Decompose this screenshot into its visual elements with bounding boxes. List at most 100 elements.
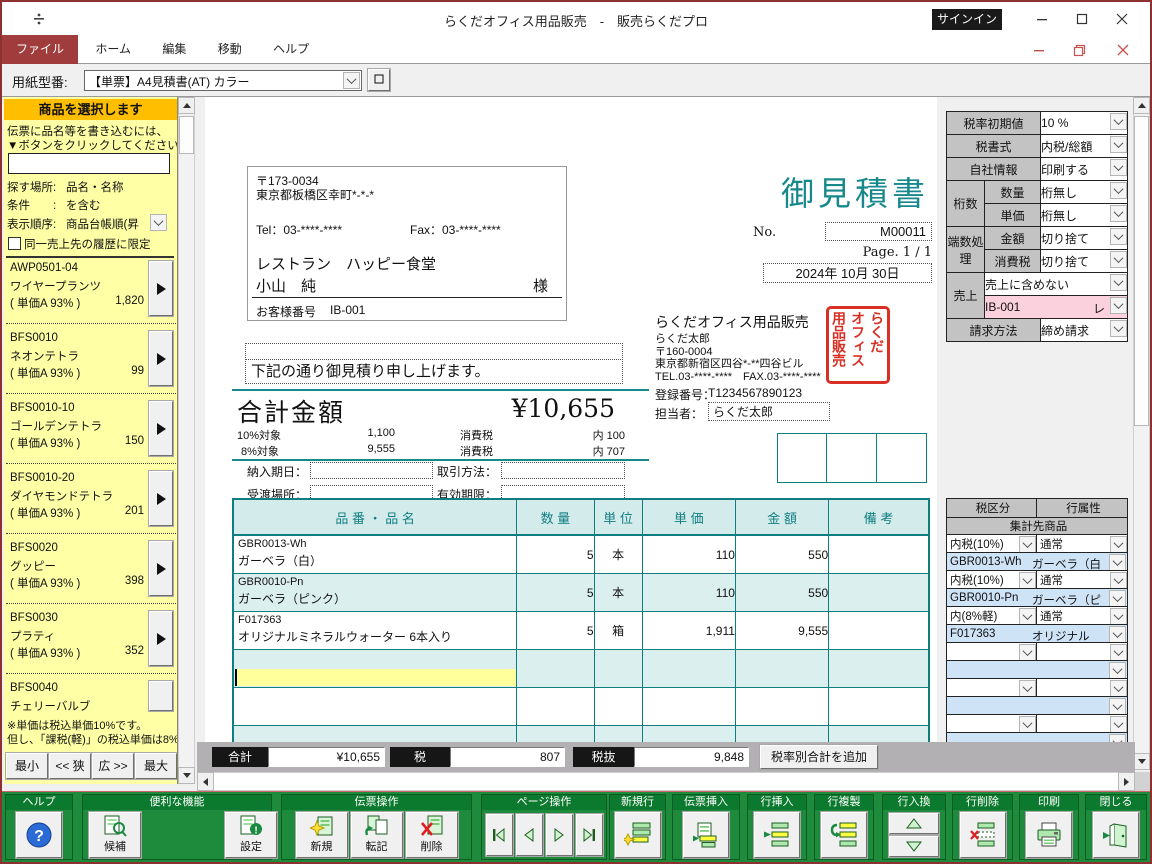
- insert-product-button[interactable]: [149, 401, 173, 456]
- order-select-chevron-icon[interactable]: [150, 214, 167, 231]
- trade-method-field[interactable]: [501, 462, 625, 479]
- signin-button[interactable]: サインイン: [932, 9, 1002, 30]
- scroll-down-icon[interactable]: [178, 767, 195, 784]
- child-restore-button[interactable]: [1066, 40, 1092, 60]
- paper-type-select[interactable]: 【単票】A4見積書(AT) カラー: [84, 70, 362, 91]
- doc-no-field[interactable]: M00011: [825, 222, 932, 241]
- row-product[interactable]: F017363 オリジナル: [946, 624, 1128, 643]
- greeting-field[interactable]: 下記の通り御見積り申し上げます。: [245, 359, 623, 384]
- candidates-button[interactable]: 候補: [89, 811, 141, 858]
- history-checkbox[interactable]: [8, 237, 21, 250]
- digits-qty-select[interactable]: 桁無し: [1040, 180, 1129, 204]
- insert-row-button[interactable]: [754, 811, 800, 858]
- list-narrow-button[interactable]: << 狭: [49, 753, 91, 779]
- list-max-button[interactable]: 最大: [135, 753, 177, 779]
- greeting-field-empty[interactable]: [245, 343, 623, 360]
- menu-help[interactable]: ヘルプ: [259, 35, 323, 64]
- scroll-right-icon[interactable]: [1118, 772, 1135, 791]
- insert-product-button[interactable]: [149, 261, 173, 316]
- menu-move[interactable]: 移動: [204, 35, 256, 64]
- list-wide-button[interactable]: 広 >>: [92, 753, 134, 779]
- add-tax-subtotal-button[interactable]: 税率別合計を追加: [760, 745, 878, 769]
- last-page-button[interactable]: [575, 813, 603, 856]
- sales-option-select[interactable]: 売上に含めない: [983, 272, 1129, 296]
- print-button[interactable]: [1026, 811, 1072, 858]
- table-row[interactable]: F017363 オリジナルミネラルウォーター 6本入り 5 箱 1,911 9,5…: [232, 611, 930, 650]
- company-info-select[interactable]: 印刷する: [1040, 157, 1129, 181]
- row-attr-select[interactable]: [1036, 714, 1128, 733]
- child-close-button[interactable]: [1110, 40, 1136, 60]
- row-attr-select[interactable]: [1036, 642, 1128, 661]
- insert-slip-button[interactable]: [683, 811, 729, 858]
- main-vertical-scrollbar[interactable]: [1133, 97, 1150, 770]
- settings-button[interactable]: ! 設定: [225, 811, 277, 858]
- scroll-left-icon[interactable]: [197, 772, 214, 791]
- paper-type-detail-button[interactable]: [368, 69, 390, 91]
- table-row[interactable]: GBR0013-Wh ガーベラ（白） 5 本 110 550: [232, 534, 930, 574]
- table-row-active[interactable]: [232, 649, 930, 688]
- row-tax-select[interactable]: [946, 642, 1037, 661]
- row-down-button[interactable]: [889, 835, 939, 857]
- row-tax-select[interactable]: 内(8%軽): [946, 606, 1037, 625]
- row-product[interactable]: GBR0013-Wh ガーベラ（白: [946, 552, 1128, 571]
- product-search-input[interactable]: [8, 153, 170, 174]
- table-row[interactable]: [232, 687, 930, 726]
- tax-format-select[interactable]: 内税/総額: [1040, 134, 1129, 158]
- scroll-up-icon[interactable]: [1133, 97, 1150, 114]
- maximize-button[interactable]: [1070, 8, 1094, 30]
- table-row[interactable]: GBR0010-Pn ガーベラ（ピンク） 5 本 110 550: [232, 573, 930, 612]
- row-attr-select[interactable]: 通常: [1036, 570, 1128, 589]
- row-attr-select[interactable]: [1036, 678, 1128, 697]
- scroll-up-icon[interactable]: [178, 97, 195, 114]
- doc-date-field[interactable]: 2024年 10月 30日: [763, 263, 932, 283]
- menu-edit[interactable]: 編集: [148, 35, 200, 64]
- row-tax-select[interactable]: 内税(10%): [946, 534, 1037, 553]
- duplicate-row-button[interactable]: [821, 811, 867, 858]
- next-page-button[interactable]: [545, 813, 573, 856]
- row-attr-select[interactable]: 通常: [1036, 534, 1128, 553]
- sales-customer-select[interactable]: IB-001 レ: [983, 295, 1129, 319]
- rounding-amount-select[interactable]: 切り捨て: [1040, 226, 1129, 250]
- insert-product-button[interactable]: [149, 541, 173, 596]
- table-row[interactable]: [232, 725, 930, 742]
- scroll-thumb[interactable]: [179, 116, 194, 154]
- row-attr-select[interactable]: 通常: [1036, 606, 1128, 625]
- row-product[interactable]: [946, 696, 1128, 715]
- transfer-slip-button[interactable]: 転記: [350, 811, 403, 858]
- delivery-date-field[interactable]: [310, 462, 433, 479]
- row-up-button[interactable]: [889, 812, 939, 834]
- staff-name-field[interactable]: らくだ太郎: [708, 402, 830, 421]
- help-button[interactable]: ?: [16, 811, 62, 858]
- row-tax-select[interactable]: [946, 714, 1037, 733]
- insert-product-button[interactable]: [149, 611, 173, 666]
- digits-price-select[interactable]: 桁無し: [1040, 203, 1129, 227]
- insert-product-button[interactable]: [149, 331, 173, 386]
- child-minimize-button[interactable]: [1026, 40, 1052, 60]
- new-row-button[interactable]: [614, 811, 661, 858]
- first-page-button[interactable]: [485, 813, 513, 856]
- close-button[interactable]: [1110, 8, 1134, 30]
- close-form-button[interactable]: [1093, 811, 1139, 858]
- sidebar-scrollbar[interactable]: [178, 97, 195, 784]
- row-tax-select[interactable]: [946, 678, 1037, 697]
- row-product[interactable]: [946, 732, 1128, 742]
- edit-cursor-cell[interactable]: [235, 669, 516, 686]
- new-slip-button[interactable]: 新規: [295, 811, 348, 858]
- delete-slip-button[interactable]: 削除: [405, 811, 458, 858]
- scroll-down-icon[interactable]: [1133, 753, 1150, 770]
- billing-select[interactable]: 締め請求: [1040, 318, 1129, 342]
- chevron-down-icon[interactable]: [343, 72, 360, 89]
- tax-default-select[interactable]: 10 %: [1040, 111, 1129, 135]
- row-product[interactable]: [946, 660, 1128, 679]
- main-horizontal-scrollbar[interactable]: [197, 772, 1135, 791]
- menu-file[interactable]: ファイル: [2, 35, 79, 64]
- row-product[interactable]: GBR0010-Pn ガーベラ（ピ: [946, 588, 1128, 607]
- prev-page-button[interactable]: [515, 813, 543, 856]
- scroll-thumb[interactable]: [1134, 116, 1149, 426]
- delete-row-button[interactable]: [959, 811, 1006, 858]
- insert-product-button[interactable]: [149, 681, 173, 711]
- minimize-button[interactable]: [1030, 8, 1054, 30]
- rounding-tax-select[interactable]: 切り捨て: [1040, 249, 1129, 273]
- list-min-button[interactable]: 最小: [6, 753, 48, 779]
- menu-home[interactable]: ホーム: [81, 35, 145, 64]
